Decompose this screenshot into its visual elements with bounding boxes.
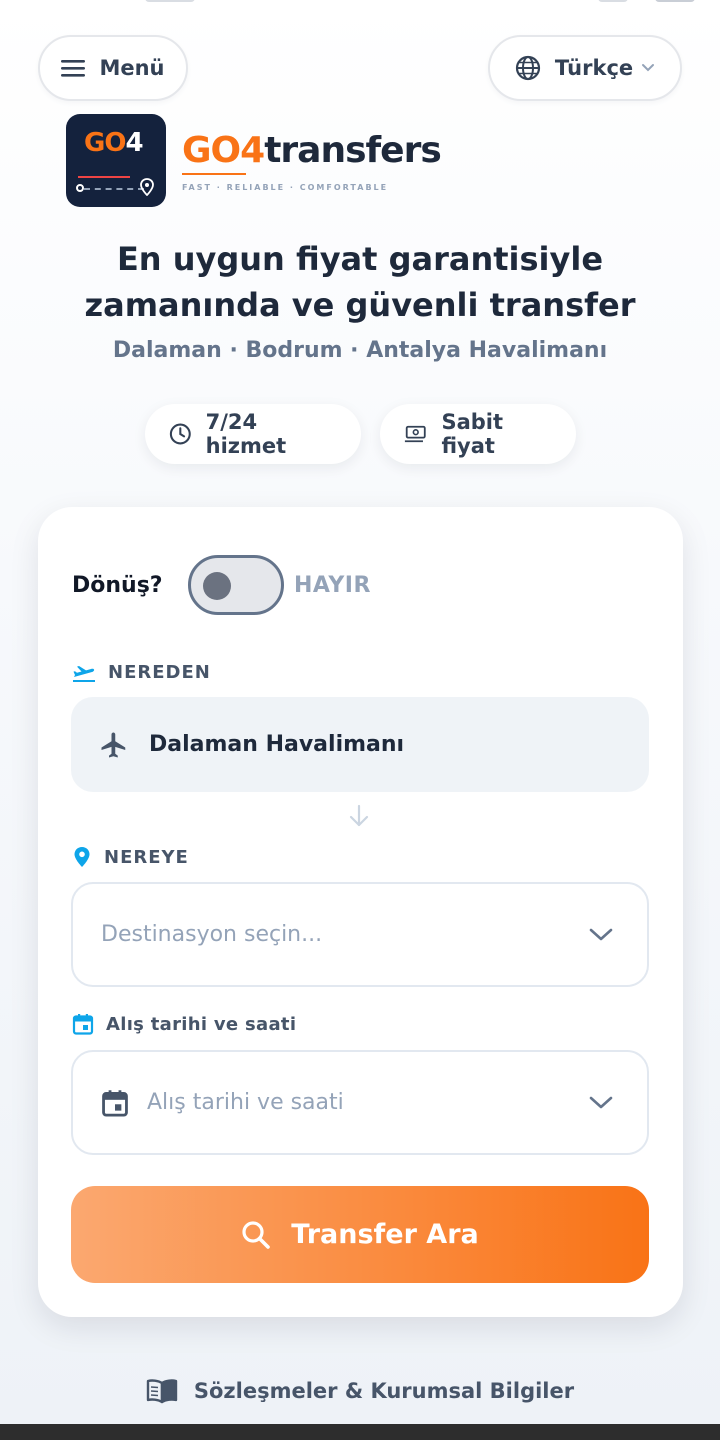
headline-line-2: zamanında ve güvenli transfer — [84, 286, 636, 324]
to-field-label: NEREYE — [72, 846, 189, 868]
calendar-icon — [102, 1089, 128, 1116]
service-badge: 7/24 hizmet — [145, 404, 361, 464]
airplane-icon — [101, 732, 126, 757]
hero-headline: En uygun fiyat garantisiyle zamanında ve… — [0, 236, 720, 328]
destination-placeholder: Destinasyon seçin... — [101, 922, 323, 947]
to-label-text: NEREYE — [104, 846, 189, 868]
chevron-down-icon — [589, 1096, 613, 1108]
from-field[interactable]: Dalaman Havalimanı — [71, 697, 649, 792]
return-toggle[interactable] — [188, 555, 284, 615]
location-pin-icon — [140, 178, 154, 196]
book-icon — [146, 1379, 178, 1404]
brand-underline — [182, 172, 246, 175]
menu-button[interactable]: Menü — [38, 35, 188, 101]
date-field-label: Alış tarihi ve saati — [72, 1013, 296, 1035]
clock-icon — [169, 423, 191, 445]
brand-logo[interactable]: GO4 GO4transfers FAST · RELIABLE · COMFO… — [66, 114, 442, 207]
search-icon — [242, 1220, 271, 1249]
arrow-down-icon — [349, 804, 369, 827]
return-toggle-state: HAYIR — [294, 573, 371, 598]
calendar-icon — [72, 1014, 94, 1035]
price-badge-label: Sabit fiyat — [441, 410, 504, 458]
language-label: Türkçe — [554, 56, 634, 80]
app-logo-icon: GO4 — [66, 114, 166, 207]
status-bar — [0, 0, 720, 6]
destination-select[interactable]: Destinasyon seçin... — [71, 882, 649, 987]
price-badge: Sabit fiyat — [380, 404, 576, 464]
service-badge-label: 7/24 hizmet — [205, 410, 287, 458]
brand-tagline: FAST · RELIABLE · COMFORTABLE — [182, 182, 389, 192]
search-transfer-button[interactable]: Transfer Ara — [71, 1186, 649, 1283]
plane-takeoff-icon — [73, 665, 95, 682]
from-label-text: NEREDEN — [108, 662, 211, 683]
globe-icon — [515, 55, 540, 81]
contracts-link-label: Sözleşmeler & Kurumsal Bilgiler — [193, 1379, 575, 1403]
from-value: Dalaman Havalimanı — [149, 732, 405, 757]
date-label-text: Alış tarihi ve saati — [106, 1013, 297, 1035]
date-placeholder: Alış tarihi ve saati — [147, 1090, 344, 1115]
booking-form-card: Dönüş? HAYIR NEREDEN Dalaman Havalimanı … — [38, 507, 683, 1317]
logo-four-text: 4 — [125, 128, 143, 158]
brand-name: GO4transfers — [182, 129, 442, 171]
system-navigation-bar — [0, 1424, 720, 1440]
return-label: Dönüş? — [72, 573, 163, 598]
hamburger-icon — [61, 60, 86, 77]
language-selector[interactable]: Türkçe — [488, 35, 682, 101]
from-field-label: NEREDEN — [72, 662, 211, 683]
contracts-link[interactable]: Sözleşmeler & Kurumsal Bilgiler — [0, 1378, 720, 1404]
logo-go-text: GO — [84, 128, 126, 158]
chevron-down-icon — [589, 928, 613, 940]
cash-icon — [404, 425, 426, 443]
headline-line-1: En uygun fiyat garantisiyle — [116, 240, 604, 278]
search-button-label: Transfer Ara — [291, 1219, 479, 1250]
date-time-select[interactable]: Alış tarihi ve saati — [71, 1050, 649, 1155]
toggle-knob — [203, 572, 231, 600]
location-pin-icon — [74, 847, 90, 867]
hero-subline: Dalaman · Bodrum · Antalya Havalimanı — [112, 338, 608, 363]
menu-label: Menü — [99, 56, 165, 80]
chevron-down-icon — [642, 64, 655, 72]
